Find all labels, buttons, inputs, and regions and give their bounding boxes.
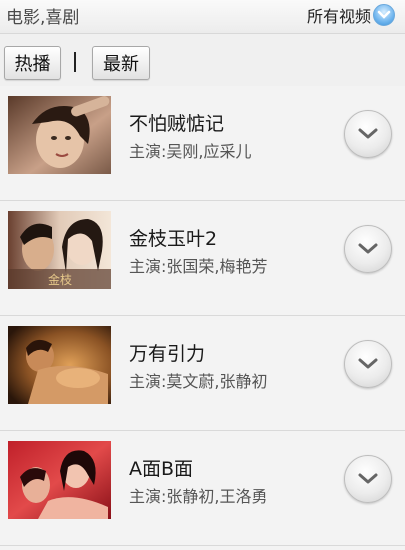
list-item[interactable]: 万有引力 主演:莫文蔚,张静初 xyxy=(0,316,405,431)
sort-tabs: 热播 最新 xyxy=(0,34,405,86)
expand-button[interactable] xyxy=(344,455,392,503)
video-title: 不怕贼惦记 xyxy=(129,113,225,135)
chevron-down-icon xyxy=(373,4,395,26)
svg-text:金枝: 金枝 xyxy=(48,272,72,287)
top-bar: 电影,喜剧 所有视频 xyxy=(0,0,405,34)
chevron-down-icon xyxy=(358,243,378,254)
video-actors: 主演:吴刚,应采儿 xyxy=(129,142,252,161)
tab-hot[interactable]: 热播 xyxy=(4,46,61,80)
chevron-down-icon xyxy=(358,473,378,484)
video-actors: 主演:莫文蔚,张静初 xyxy=(129,372,268,391)
chevron-down-icon xyxy=(358,128,378,139)
tab-separator xyxy=(74,52,76,72)
category-label: 电影,喜剧 xyxy=(6,8,80,28)
video-actors: 主演:张静初,王洛勇 xyxy=(129,487,268,506)
video-thumbnail[interactable] xyxy=(8,441,111,519)
video-thumbnail[interactable] xyxy=(8,96,111,174)
list-item[interactable]: 不怕贼惦记 主演:吴刚,应采儿 xyxy=(0,86,405,201)
chevron-down-icon xyxy=(358,358,378,369)
video-actors: 主演:张国荣,梅艳芳 xyxy=(129,257,268,276)
video-thumbnail[interactable] xyxy=(8,326,111,404)
video-filter-dropdown[interactable]: 所有视频 xyxy=(307,2,395,28)
expand-button[interactable] xyxy=(344,225,392,273)
video-title: 万有引力 xyxy=(129,343,206,365)
video-title: 金枝玉叶2 xyxy=(129,228,218,250)
expand-button[interactable] xyxy=(344,110,392,158)
video-title: A面B面 xyxy=(129,458,194,480)
expand-button[interactable] xyxy=(344,340,392,388)
filter-label: 所有视频 xyxy=(306,7,371,26)
list-item[interactable]: A面B面 主演:张静初,王洛勇 xyxy=(0,431,405,546)
tab-latest[interactable]: 最新 xyxy=(92,46,150,80)
list-item[interactable]: 金枝 金枝玉叶2 主演:张国荣,梅艳芳 xyxy=(0,201,405,316)
video-thumbnail[interactable]: 金枝 xyxy=(8,211,111,289)
